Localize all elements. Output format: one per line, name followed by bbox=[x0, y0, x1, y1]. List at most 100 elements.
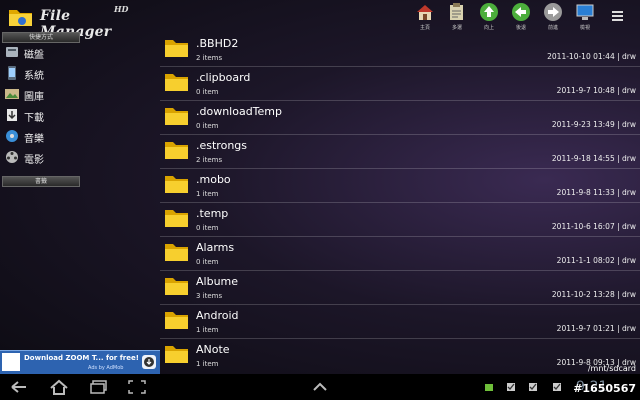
checkbox-notification-icon bbox=[553, 383, 561, 391]
file-row[interactable]: .temp 0 item 2011-10-6 16:07 | drw bbox=[160, 202, 640, 237]
home-icon bbox=[417, 5, 433, 20]
ad-banner[interactable]: Download ZOOM T... for free! Ads by AdMo… bbox=[0, 350, 160, 375]
download-icon[interactable] bbox=[142, 355, 156, 369]
recent-apps-icon[interactable] bbox=[88, 378, 110, 396]
file-count: 0 item bbox=[196, 224, 219, 232]
arrow-right-icon bbox=[544, 3, 562, 21]
file-count: 0 item bbox=[196, 122, 219, 130]
file-count: 0 item bbox=[196, 88, 219, 96]
file-list: .BBHD2 2 items 2011-10-10 01:44 | drw .c… bbox=[160, 32, 640, 372]
file-meta: 2011-10-2 13:28 | drw bbox=[551, 290, 636, 299]
home-button[interactable]: 主頁 bbox=[410, 2, 440, 34]
file-row[interactable]: .downloadTemp 0 item 2011-9-23 13:49 | d… bbox=[160, 100, 640, 135]
file-name: Alarms bbox=[196, 241, 235, 254]
file-name: .mobo bbox=[196, 173, 231, 186]
folder-icon bbox=[165, 142, 188, 159]
sidebar-item-download[interactable]: 下載 bbox=[4, 107, 80, 125]
file-row[interactable]: .clipboard 0 item 2011-9-7 10:48 | drw bbox=[160, 66, 640, 101]
file-name: ANote bbox=[196, 343, 230, 356]
sidebar-item-label: 下載 bbox=[24, 113, 44, 124]
file-name: .downloadTemp bbox=[196, 105, 283, 118]
checkbox-notification-icon bbox=[529, 383, 537, 391]
file-name: Android bbox=[196, 309, 239, 322]
up-button[interactable]: 向上 bbox=[474, 2, 504, 34]
file-row[interactable]: Android 1 item 2011-9-7 01:21 | drw bbox=[160, 304, 640, 339]
file-meta: 2011-1-1 08:02 | drw bbox=[556, 256, 636, 265]
system-bar: 9:21 bbox=[0, 374, 640, 400]
app-logo: File Manager HD bbox=[6, 4, 132, 40]
arrow-left-icon bbox=[512, 3, 530, 21]
file-count: 3 items bbox=[196, 292, 223, 300]
view-label: 檢視 bbox=[579, 25, 590, 31]
checkbox-notification-icon bbox=[507, 383, 515, 391]
sidebar-item-label: 系統 bbox=[24, 71, 44, 82]
file-meta: 2011-10-10 01:44 | drw bbox=[547, 52, 636, 61]
sidebar-item-label: 音樂 bbox=[24, 134, 44, 145]
file-count: 1 item bbox=[196, 326, 219, 334]
app-header: File Manager HD 主頁 多選 向上 bbox=[0, 0, 640, 40]
overflow-menu-button[interactable] bbox=[612, 9, 626, 23]
file-row[interactable]: ANote 1 item 2011-9-8 09:13 | drw bbox=[160, 338, 640, 372]
folder-icon bbox=[165, 210, 188, 227]
forward-label: 前進 bbox=[547, 25, 558, 31]
file-name: .estrongs bbox=[196, 139, 248, 152]
up-label: 向上 bbox=[483, 25, 494, 31]
multi-select-button[interactable]: 多選 bbox=[442, 2, 472, 34]
file-row[interactable]: .estrongs 2 items 2011-9-18 14:55 | drw bbox=[160, 134, 640, 169]
file-name: Albume bbox=[196, 275, 239, 288]
sidebar-item-label: 電影 bbox=[24, 155, 44, 166]
arrow-up-icon bbox=[480, 3, 498, 21]
file-row[interactable]: .BBHD2 2 items 2011-10-10 01:44 | drw bbox=[160, 32, 640, 67]
home-icon[interactable] bbox=[48, 378, 70, 396]
folder-icon bbox=[165, 346, 188, 363]
file-row[interactable]: Albume 3 items 2011-10-2 13:28 | drw bbox=[160, 270, 640, 305]
sidebar-item-movies[interactable]: 電影 bbox=[4, 149, 80, 167]
file-name: .BBHD2 bbox=[196, 37, 239, 50]
phone-icon bbox=[8, 66, 16, 80]
screenshot-icon[interactable] bbox=[126, 378, 148, 396]
disk-icon bbox=[6, 47, 18, 57]
file-meta: 2011-9-18 14:55 | drw bbox=[551, 154, 636, 163]
folder-logo-icon bbox=[9, 10, 32, 26]
folder-icon bbox=[165, 40, 188, 57]
shortcuts-section-header: 快捷方式 bbox=[2, 32, 80, 43]
file-meta: 2011-9-23 13:49 | drw bbox=[551, 120, 636, 129]
file-row[interactable]: Alarms 0 item 2011-1-1 08:02 | drw bbox=[160, 236, 640, 271]
current-path: /mnt/sdcard bbox=[587, 364, 636, 373]
ad-attribution: Ads by AdMob bbox=[88, 365, 124, 371]
home-label: 主頁 bbox=[419, 25, 430, 31]
back-icon[interactable] bbox=[8, 378, 30, 396]
folder-icon bbox=[165, 312, 188, 329]
ad-logo bbox=[2, 353, 20, 371]
bookmarks-section-header: 書籤 bbox=[2, 176, 80, 187]
back-button[interactable]: 後退 bbox=[506, 2, 536, 34]
ad-title: Download ZOOM T... for free! bbox=[24, 354, 139, 362]
file-row[interactable]: .mobo 1 item 2011-9-8 11:33 | drw bbox=[160, 168, 640, 203]
file-meta: 2011-10-6 16:07 | drw bbox=[551, 222, 636, 231]
sidebar-item-system[interactable]: 系統 bbox=[4, 65, 80, 83]
file-meta: 2011-9-8 11:33 | drw bbox=[556, 188, 636, 197]
folder-icon bbox=[165, 176, 188, 193]
app-edition: HD bbox=[114, 4, 129, 14]
back-label: 後退 bbox=[515, 25, 526, 31]
film-icon bbox=[6, 151, 18, 163]
android-debug-icon bbox=[485, 384, 493, 391]
multi-select-label: 多選 bbox=[451, 25, 462, 31]
view-button[interactable]: 檢視 bbox=[570, 2, 600, 34]
file-count: 0 item bbox=[196, 258, 219, 266]
file-count: 1 item bbox=[196, 360, 219, 368]
folder-icon bbox=[165, 108, 188, 125]
forward-button[interactable]: 前進 bbox=[538, 2, 568, 34]
file-count: 2 items bbox=[196, 156, 223, 164]
sidebar-item-label: 磁盤 bbox=[24, 50, 44, 61]
sidebar-item-gallery[interactable]: 圖庫 bbox=[4, 86, 80, 104]
chevron-up-icon[interactable] bbox=[309, 378, 331, 396]
file-meta: 2011-9-7 10:48 | drw bbox=[556, 86, 636, 95]
monitor-icon bbox=[576, 4, 594, 20]
file-name: .clipboard bbox=[196, 71, 251, 84]
file-count: 2 items bbox=[196, 54, 223, 62]
sidebar-item-label: 圖庫 bbox=[24, 92, 44, 103]
sidebar-item-disk[interactable]: 磁盤 bbox=[4, 44, 80, 62]
file-name: .temp bbox=[196, 207, 229, 220]
sidebar-item-music[interactable]: 音樂 bbox=[4, 128, 80, 146]
